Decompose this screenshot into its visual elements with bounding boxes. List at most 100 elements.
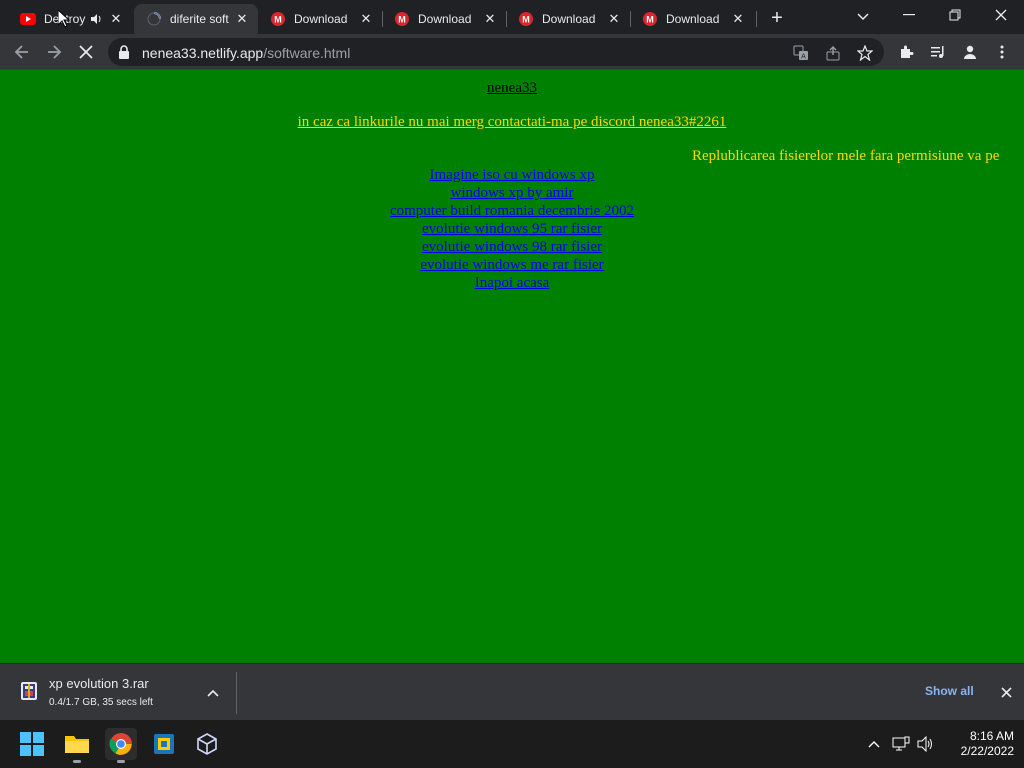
svg-text:M: M (398, 15, 406, 25)
close-tab-icon[interactable]: ✕ (108, 11, 124, 27)
svg-text:A: A (801, 54, 806, 61)
link-windows-xp-by-amir[interactable]: windows xp by amir (451, 184, 574, 202)
minimize-icon (903, 14, 915, 16)
rar-file-icon (19, 680, 41, 704)
site-home-link[interactable]: nenea33 (487, 80, 537, 96)
chevron-down-icon (857, 13, 869, 21)
box-app-icon[interactable] (191, 728, 223, 760)
tab-title: Download (542, 12, 596, 26)
share-icon[interactable] (824, 44, 842, 62)
menu-button[interactable] (988, 38, 1016, 66)
link-evolutie-windows-98[interactable]: evolutie windows 98 rar fisier (422, 238, 602, 256)
contact-notice-link[interactable]: in caz ca linkurile nu mai merg contacta… (298, 114, 727, 130)
shelf-divider (236, 672, 237, 714)
address-bar[interactable]: nenea33.netlify.app/software.html A (108, 38, 884, 66)
svg-text:M: M (522, 15, 530, 25)
windows-start-icon[interactable] (16, 728, 48, 760)
media-control-button[interactable] (924, 38, 952, 66)
extensions-button[interactable] (892, 38, 920, 66)
close-tab-icon[interactable]: ✕ (358, 11, 374, 27)
profile-icon (964, 45, 976, 59)
forward-button[interactable] (40, 38, 68, 66)
close-tab-icon[interactable]: ✕ (730, 11, 746, 27)
mega-icon: M (394, 11, 410, 27)
tab-mega[interactable]: M Download ✕ (382, 4, 506, 34)
page-content: nenea33 in caz ca linkurile nu mai merg … (0, 70, 1024, 663)
clock-time: 8:16 AM (969, 729, 1014, 743)
chrome-icon[interactable] (105, 728, 137, 763)
link-evolutie-windows-95[interactable]: evolutie windows 95 rar fisier (422, 220, 602, 238)
chevron-up-icon[interactable] (864, 734, 884, 754)
close-tab-icon[interactable]: ✕ (482, 11, 498, 27)
tab-search-button[interactable] (852, 6, 874, 28)
restore-icon (949, 9, 961, 21)
minimize-button[interactable] (886, 0, 932, 30)
link-computer-build-romania[interactable]: computer build romania decembrie 2002 (390, 202, 634, 220)
media-queue-icon (931, 46, 944, 58)
svg-text:M: M (646, 15, 654, 25)
contact-notice-container: in caz ca linkurile nu mai merg contacta… (0, 114, 1024, 131)
scrolling-notice: Replublicarea fisierelor mele fara permi… (692, 148, 1000, 164)
close-icon (995, 9, 1007, 21)
clock-date: 2/22/2022 (960, 744, 1014, 758)
download-file-name: xp evolution 3.rar (49, 676, 149, 691)
translate-icon[interactable]: A (792, 44, 810, 62)
close-window-button[interactable] (978, 0, 1024, 30)
arrow-left-icon (14, 45, 28, 59)
mega-icon: M (642, 11, 658, 27)
new-tab-button[interactable]: + (766, 8, 788, 30)
file-explorer-icon[interactable] (61, 728, 93, 763)
virtualbox-icon[interactable] (148, 728, 180, 760)
tab-mega[interactable]: M Download ✕ (630, 4, 754, 34)
arrow-right-icon (48, 45, 62, 59)
volume-icon[interactable] (916, 734, 936, 754)
youtube-icon (20, 11, 36, 27)
network-icon[interactable] (891, 734, 911, 754)
tab-title: Download (294, 12, 348, 26)
restore-button[interactable] (932, 0, 978, 30)
url-path: /software.html (263, 45, 351, 61)
system-clock[interactable]: 8:16 AM 2/22/2022 (944, 729, 1014, 759)
mouse-cursor-icon (58, 10, 70, 28)
site-home-link-container: nenea33 (0, 80, 1024, 97)
link-back-home[interactable]: Inapoi acasa (475, 274, 550, 292)
link-evolutie-windows-me[interactable]: evolutie windows me rar fisier (420, 256, 603, 274)
tab-strip: Destroy ✕ diferite soft ✕ M Download ✕ M… (0, 0, 1024, 34)
tab-mega[interactable]: M Download ✕ (258, 4, 382, 34)
mega-icon: M (270, 11, 286, 27)
stop-icon (79, 45, 93, 59)
tab-mega[interactable]: M Download ✕ (506, 4, 630, 34)
tab-title: diferite soft (170, 12, 229, 26)
loading-spinner-icon (146, 11, 162, 27)
close-tab-icon[interactable]: ✕ (606, 11, 622, 27)
tab-active[interactable]: diferite soft ✕ (134, 4, 258, 34)
running-indicator (73, 760, 81, 763)
link-windows-xp-iso[interactable]: Imagine iso cu windows xp (430, 166, 595, 184)
tab-youtube[interactable]: Destroy ✕ (8, 4, 132, 34)
url-text: nenea33.netlify.app/software.html (142, 45, 350, 61)
mega-icon: M (518, 11, 534, 27)
chevron-up-icon[interactable] (204, 684, 222, 702)
url-domain: nenea33.netlify.app (142, 45, 264, 61)
tab-separator (756, 11, 757, 27)
download-status: 0.4/1.7 GB, 35 secs left (49, 697, 153, 708)
bookmark-star-icon[interactable] (856, 44, 874, 62)
kebab-menu-icon (1000, 45, 1004, 59)
stop-loading-button[interactable] (72, 38, 100, 66)
tab-title: Download (418, 12, 472, 26)
close-tab-icon[interactable]: ✕ (234, 11, 250, 27)
speaker-icon[interactable] (88, 11, 104, 27)
download-links-list: Imagine iso cu windows xp windows xp by … (0, 166, 1024, 292)
running-indicator (117, 760, 125, 763)
close-shelf-icon[interactable] (996, 682, 1016, 702)
windows-taskbar: 8:16 AM 2/22/2022 (0, 720, 1024, 768)
show-all-downloads-button[interactable]: Show all (925, 684, 974, 698)
back-button[interactable] (8, 38, 36, 66)
download-shelf: xp evolution 3.rar 0.4/1.7 GB, 35 secs l… (0, 663, 1024, 720)
profile-button[interactable] (956, 38, 984, 66)
browser-toolbar: nenea33.netlify.app/software.html A (0, 34, 1024, 70)
lock-icon[interactable] (118, 45, 132, 59)
puzzle-icon (901, 45, 914, 58)
svg-text:M: M (274, 15, 282, 25)
tab-title: Download (666, 12, 720, 26)
